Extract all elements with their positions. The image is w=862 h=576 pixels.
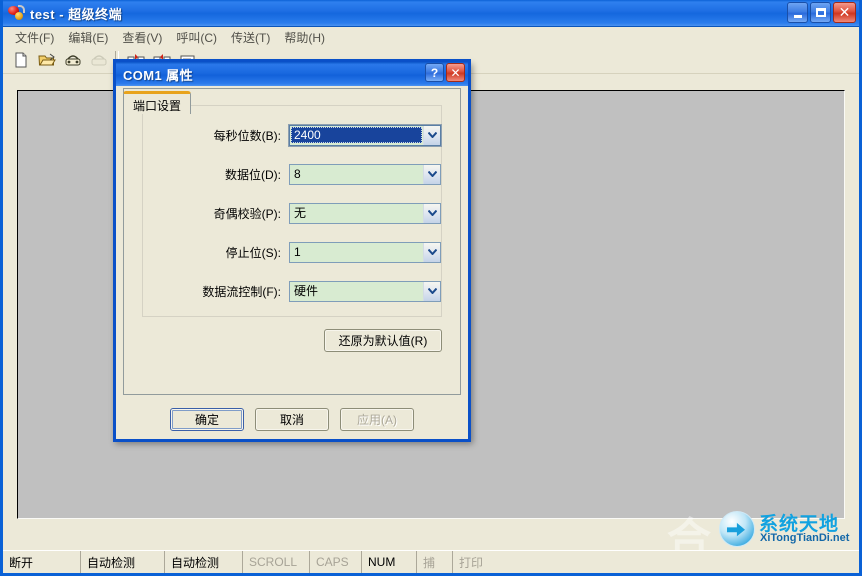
field-bits-per-second: 每秒位数(B): 2400 — [143, 124, 441, 146]
chevron-down-icon[interactable] — [423, 243, 440, 262]
label-data-bits: 数据位(D): — [143, 166, 289, 183]
port-settings-groupbox: 每秒位数(B): 2400 数据位(D): 8 — [142, 105, 442, 317]
hangup-button — [87, 49, 110, 71]
status-num: NUM — [362, 551, 417, 573]
chevron-down-icon[interactable] — [423, 282, 440, 301]
dialog-title: COM1 属性 — [123, 65, 193, 84]
value-bits-per-second: 2400 — [291, 127, 422, 143]
label-stop-bits: 停止位(S): — [143, 244, 289, 261]
watermark-domain-text: XiTongTianDi.net — [760, 532, 849, 544]
statusbar: 断开 自动检测 自动检测 SCROLL CAPS NUM 捕 打印 — [3, 550, 859, 573]
menu-transfer[interactable]: 传送(T) — [224, 27, 277, 48]
label-parity: 奇偶校验(P): — [143, 205, 289, 222]
status-print: 打印 — [453, 551, 859, 573]
tab-port-settings[interactable]: 端口设置 — [123, 91, 191, 114]
status-autodetect-2: 自动检测 — [165, 551, 243, 573]
com1-properties-dialog: COM1 属性 ? ✕ 端口设置 每秒位数(B): 2400 — [113, 62, 471, 442]
screen: test - 超级终端 ✕ 文件(F) 编辑(E) 查看(V) 呼叫(C) 传送… — [0, 0, 862, 576]
field-flow-control: 数据流控制(F): 硬件 — [143, 280, 441, 302]
menu-help[interactable]: 帮助(H) — [277, 27, 332, 48]
chevron-down-icon[interactable] — [423, 126, 440, 145]
dialog-help-button[interactable]: ? — [425, 63, 444, 82]
status-capture: 捕 — [417, 551, 453, 573]
field-stop-bits: 停止位(S): 1 — [143, 241, 441, 263]
close-icon: ✕ — [450, 66, 460, 80]
status-scroll: SCROLL — [243, 551, 310, 573]
combo-parity[interactable]: 无 — [289, 203, 441, 224]
minimize-button[interactable] — [787, 2, 808, 23]
combo-stop-bits[interactable]: 1 — [289, 242, 441, 263]
new-connection-button[interactable] — [9, 49, 32, 71]
maximize-button[interactable] — [810, 2, 831, 23]
field-parity: 奇偶校验(P): 无 — [143, 202, 441, 224]
chevron-down-icon[interactable] — [423, 204, 440, 223]
menu-call[interactable]: 呼叫(C) — [169, 27, 224, 48]
value-parity: 无 — [290, 204, 423, 223]
menu-file[interactable]: 文件(F) — [8, 27, 61, 48]
close-icon: ✕ — [839, 6, 851, 20]
status-caps: CAPS — [310, 551, 362, 573]
menu-edit[interactable]: 编辑(E) — [61, 27, 115, 48]
tab-panel-port-settings: 每秒位数(B): 2400 数据位(D): 8 — [123, 88, 461, 395]
menubar: 文件(F) 编辑(E) 查看(V) 呼叫(C) 传送(T) 帮助(H) — [3, 27, 859, 47]
value-data-bits: 8 — [290, 165, 423, 184]
hangup-icon — [90, 53, 108, 67]
call-button[interactable] — [61, 49, 84, 71]
dialog-title-buttons: ? ✕ — [425, 63, 465, 82]
ok-button[interactable]: 确定 — [170, 408, 244, 431]
open-folder-button[interactable] — [35, 49, 58, 71]
dialog-close-button[interactable]: ✕ — [446, 63, 465, 82]
maximize-icon — [816, 8, 826, 17]
field-data-bits: 数据位(D): 8 — [143, 163, 441, 185]
dialog-titlebar: COM1 属性 ? ✕ — [113, 59, 471, 86]
status-connection: 断开 — [3, 551, 81, 573]
new-connection-icon — [13, 52, 29, 68]
label-flow-control: 数据流控制(F): — [143, 283, 289, 300]
window-titlebar: test - 超级终端 ✕ — [3, 0, 859, 27]
modem-icon — [7, 4, 25, 22]
restore-defaults-button[interactable]: 还原为默认值(R) — [324, 329, 442, 352]
window-controls: ✕ — [787, 2, 856, 23]
value-flow-control: 硬件 — [290, 282, 423, 301]
value-stop-bits: 1 — [290, 243, 423, 262]
minimize-icon — [794, 15, 802, 18]
combo-data-bits[interactable]: 8 — [289, 164, 441, 185]
menu-view[interactable]: 查看(V) — [115, 27, 169, 48]
apply-button: 应用(A) — [340, 408, 414, 431]
cancel-button[interactable]: 取消 — [255, 408, 329, 431]
combo-flow-control[interactable]: 硬件 — [289, 281, 441, 302]
chevron-down-icon[interactable] — [423, 165, 440, 184]
open-folder-icon — [38, 52, 56, 68]
dialog-footer: 确定 取消 应用(A) — [116, 407, 468, 431]
label-bits-per-second: 每秒位数(B): — [143, 127, 289, 144]
status-autodetect-1: 自动检测 — [81, 551, 165, 573]
call-icon — [64, 53, 82, 67]
combo-bits-per-second[interactable]: 2400 — [289, 125, 441, 146]
window-title: test - 超级终端 — [30, 4, 122, 23]
close-button[interactable]: ✕ — [833, 2, 856, 23]
